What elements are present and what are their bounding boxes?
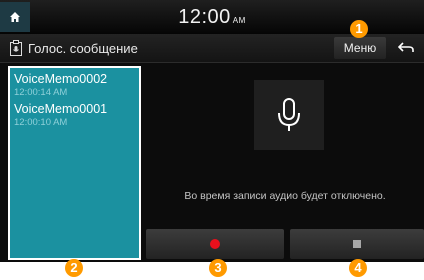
callout-badge-2: 2 <box>65 259 83 277</box>
screen: 12:00 AM Голос. сообщение Меню VoiceMemo0… <box>0 0 424 262</box>
memo-list: VoiceMemo0002 12:00:14 AM VoiceMemo0001 … <box>8 66 141 260</box>
back-button[interactable] <box>392 37 420 59</box>
voice-memo-icon <box>10 40 22 56</box>
back-arrow-icon <box>398 42 414 52</box>
microphone-icon <box>278 98 300 131</box>
page-title: Голос. сообщение <box>28 41 138 56</box>
menu-button[interactable]: Меню <box>334 37 386 59</box>
title-bar: Голос. сообщение Меню <box>0 34 424 63</box>
recording-notice: Во время записи аудио будет отключено. <box>184 190 386 202</box>
callout-badge-1: 1 <box>350 20 368 38</box>
memo-name: VoiceMemo0001 <box>14 102 108 116</box>
stop-icon <box>353 240 361 248</box>
list-item[interactable]: VoiceMemo0001 12:00:10 AM <box>10 102 139 128</box>
microphone-display <box>254 80 324 150</box>
clock-ampm: AM <box>232 16 246 25</box>
record-icon <box>210 239 220 249</box>
clock-time: 12:00 <box>178 6 231 28</box>
callout-badge-3: 3 <box>209 259 227 277</box>
memo-time: 12:00:10 AM <box>14 117 68 128</box>
memo-name: VoiceMemo0002 <box>14 72 108 86</box>
list-item[interactable]: VoiceMemo0002 12:00:14 AM <box>10 72 139 98</box>
record-button[interactable] <box>146 229 284 259</box>
callout-badge-4: 4 <box>349 259 367 277</box>
memo-time: 12:00:14 AM <box>14 87 68 98</box>
stop-button[interactable] <box>290 229 424 259</box>
